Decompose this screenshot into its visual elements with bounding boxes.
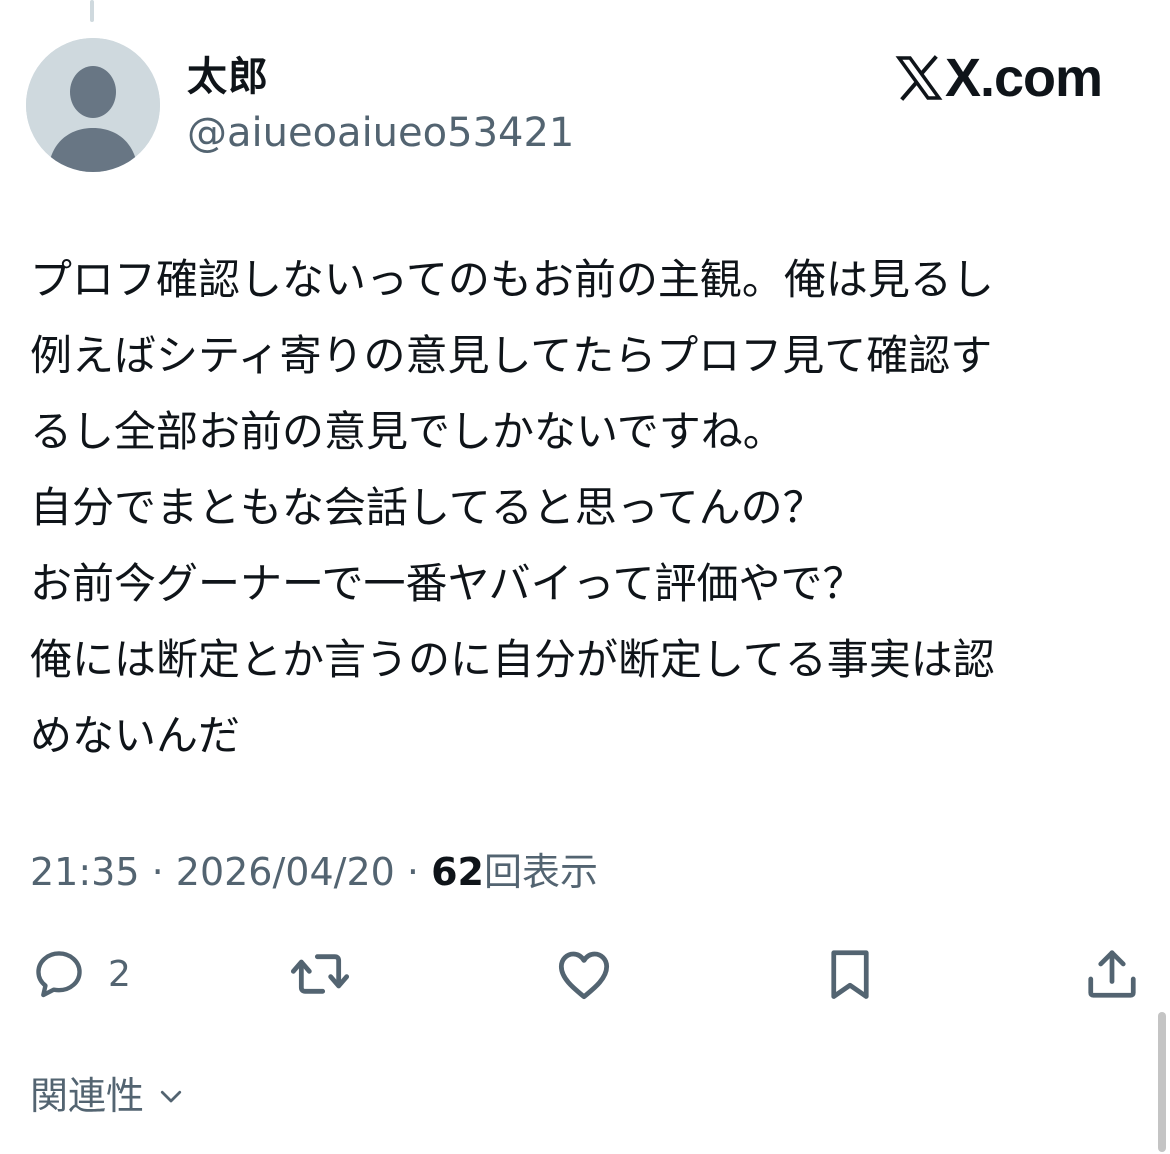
site-watermark: X.com: [895, 48, 1103, 108]
share-button[interactable]: [1082, 938, 1142, 1010]
meta-separator: ·: [406, 850, 432, 894]
retweet-button[interactable]: [288, 938, 352, 1010]
site-name: X.com: [944, 48, 1103, 108]
reply-count: 2: [108, 953, 131, 995]
tweet-text-line: 自分でまともな会話してると思ってんの？: [30, 483, 825, 532]
tweet-detail-page: 太郎 @aiueoaiueo53421 X.com プロフ確認しないってのもお前…: [0, 0, 1170, 1154]
tweet-text-line: 例えばシティ寄りの意見してたらプロフ見て確認す: [30, 331, 993, 380]
avatar[interactable]: [26, 38, 160, 172]
tweet-text: プロフ確認しないってのもお前の主観。俺は見るし 例えばシティ寄りの意見してたらプ…: [30, 242, 1140, 774]
tweet-text-line: プロフ確認しないってのもお前の主観。俺は見るし: [30, 255, 994, 304]
scrollbar[interactable]: [1158, 1012, 1166, 1152]
sort-label: 関連性: [30, 1074, 145, 1118]
action-bar: 2: [0, 938, 1170, 1010]
tweet-metadata: 21:35 · 2026/04/20 · 62回表示: [30, 846, 598, 898]
bookmark-icon: [831, 950, 869, 999]
thread-connector-line: [90, 0, 94, 22]
meta-separator: ·: [151, 850, 176, 894]
bookmark-button[interactable]: [820, 938, 880, 1010]
sort-replies-dropdown[interactable]: 関連性: [30, 1068, 186, 1124]
tweet-text-line: めないんだ: [30, 711, 241, 760]
tweet-text-line: お前今グーナーで一番ヤバイって評価やで？: [30, 559, 865, 608]
retweet-icon: [290, 954, 350, 994]
author-name[interactable]: 太郎: [187, 52, 269, 102]
like-button[interactable]: [552, 938, 616, 1010]
x-logo-icon: [895, 55, 943, 101]
tweet-date[interactable]: 2026/04/20: [176, 850, 395, 894]
like-icon: [558, 951, 610, 1000]
tweet-text-line: るし全部お前の意見でしかないですね。: [30, 407, 785, 456]
share-icon: [1088, 950, 1136, 998]
default-profile-icon: [26, 38, 160, 172]
chevron-down-icon: [160, 1090, 182, 1103]
reply-icon: [36, 951, 82, 998]
views-label: 回表示: [483, 850, 598, 894]
tweet-text-line: 俺には断定とか言うのに自分が断定してる事実は認: [30, 635, 995, 684]
views-count: 62: [431, 850, 484, 894]
tweet-time[interactable]: 21:35: [30, 850, 140, 894]
reply-button[interactable]: 2: [30, 938, 131, 1010]
author-handle[interactable]: @aiueoaiueo53421: [187, 108, 574, 158]
